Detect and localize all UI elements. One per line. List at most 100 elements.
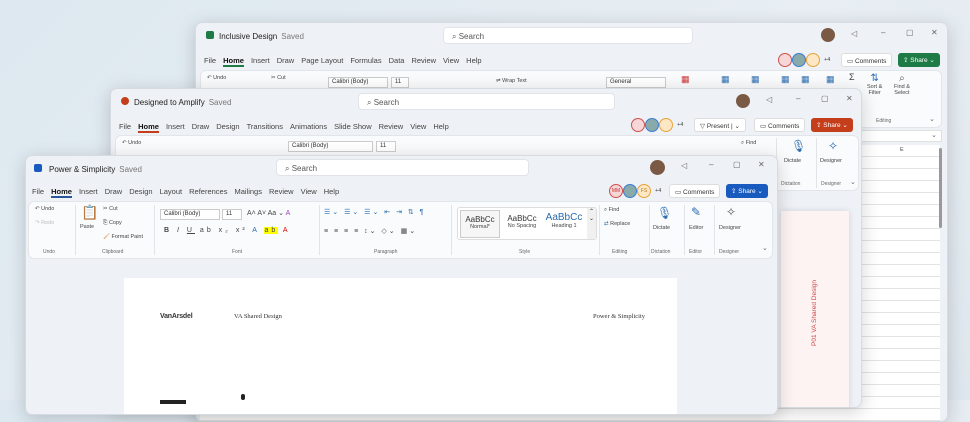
find-button[interactable]: ⌕ Find bbox=[741, 140, 756, 147]
style-heading-1[interactable]: AaBbCc Heading 1 bbox=[544, 210, 584, 238]
collaborator-avatar[interactable] bbox=[792, 53, 806, 67]
number-format-select[interactable]: General bbox=[606, 77, 666, 88]
present-button[interactable]: ▽ Present | ⌄ bbox=[694, 118, 746, 132]
dictate-button[interactable]: Dictate bbox=[784, 158, 801, 164]
tab-help[interactable]: Help bbox=[466, 56, 481, 67]
cut-button[interactable]: ✂ Cut bbox=[103, 206, 118, 212]
tab-page-layout[interactable]: Page Layout bbox=[301, 56, 343, 67]
collaborator-avatar[interactable] bbox=[631, 118, 645, 132]
search-input[interactable]: ⌕ Search bbox=[443, 27, 693, 44]
maximize-button[interactable]: ▢ bbox=[821, 94, 829, 103]
collaborator-avatar[interactable] bbox=[645, 118, 659, 132]
search-input[interactable]: ⌕ Search bbox=[276, 159, 529, 176]
minimize-button[interactable]: – bbox=[881, 28, 885, 37]
collaborator-avatar[interactable] bbox=[623, 184, 637, 198]
font-format-buttons[interactable]: B I U ab x₂ x² A ab A bbox=[164, 227, 291, 234]
tab-home[interactable]: Home bbox=[138, 122, 159, 133]
minimize-button[interactable]: – bbox=[709, 160, 713, 169]
tab-help[interactable]: Help bbox=[324, 187, 339, 198]
tab-formulas[interactable]: Formulas bbox=[350, 56, 381, 67]
share-button[interactable]: ⇪ Share ⌄ bbox=[811, 118, 853, 132]
undo-button[interactable]: ↶ Undo bbox=[207, 75, 226, 81]
tab-view[interactable]: View bbox=[301, 187, 317, 198]
undo-button[interactable]: ↶ Undo bbox=[122, 140, 141, 146]
tab-review[interactable]: Review bbox=[379, 122, 404, 133]
designer-button[interactable]: Designer bbox=[820, 158, 842, 164]
undo-button[interactable]: ↶ Undo bbox=[35, 206, 54, 212]
wrap-text-button[interactable]: ⇌ Wrap Text bbox=[496, 78, 527, 84]
alignment-buttons[interactable]: ≡ ≡ ≡ ≡ ↕⌄ ◇⌄ ▦⌄ bbox=[324, 227, 417, 235]
delete-cells-icon[interactable]: ▦ bbox=[801, 75, 810, 84]
tab-insert[interactable]: Insert bbox=[251, 56, 270, 67]
tab-data[interactable]: Data bbox=[389, 56, 405, 67]
find-select-button[interactable]: ⌕ Find & Select bbox=[894, 73, 910, 96]
tab-draw[interactable]: Draw bbox=[192, 122, 210, 133]
tab-design[interactable]: Design bbox=[129, 187, 152, 198]
tab-draw[interactable]: Draw bbox=[277, 56, 295, 67]
tab-animations[interactable]: Animations bbox=[290, 122, 327, 133]
tab-insert[interactable]: Insert bbox=[79, 187, 98, 198]
column-header-e[interactable]: E bbox=[900, 147, 904, 153]
avatar[interactable] bbox=[821, 28, 835, 42]
style-normal[interactable]: AaBbCc Normal* bbox=[460, 210, 500, 238]
tab-layout[interactable]: Layout bbox=[160, 187, 183, 198]
insert-cells-icon[interactable]: ▦ bbox=[781, 75, 790, 84]
styles-scroll[interactable]: ⌃ ⌄ bbox=[587, 208, 596, 239]
dictate-button[interactable]: Dictate bbox=[653, 225, 670, 231]
style-no-spacing[interactable]: AaBbCc No Spacing bbox=[502, 210, 542, 238]
collaborator-avatar[interactable]: FS bbox=[637, 184, 651, 198]
formula-expand-icon[interactable]: ⌄ bbox=[931, 131, 937, 139]
font-name-select[interactable]: Calibri (Body) bbox=[288, 141, 373, 152]
tab-home[interactable]: Home bbox=[51, 187, 72, 198]
feedback-icon[interactable]: ◁ bbox=[681, 161, 687, 170]
avatar[interactable] bbox=[650, 160, 665, 175]
font-size-select[interactable]: 11 bbox=[391, 77, 409, 88]
maximize-button[interactable]: ▢ bbox=[906, 28, 914, 37]
replace-button[interactable]: ⇄ Replace bbox=[604, 221, 630, 227]
paste-button[interactable]: Paste bbox=[80, 224, 94, 230]
tab-slide-show[interactable]: Slide Show bbox=[334, 122, 372, 133]
share-button[interactable]: ⇪ Share ⌄ bbox=[898, 53, 940, 67]
sort-filter-button[interactable]: ⇅ Sort & Filter bbox=[867, 73, 882, 96]
tab-help[interactable]: Help bbox=[433, 122, 448, 133]
redo-button[interactable]: ↷ Redo bbox=[35, 220, 54, 226]
tab-draw[interactable]: Draw bbox=[105, 187, 123, 198]
vertical-scrollbar[interactable] bbox=[939, 148, 942, 228]
close-button[interactable]: ✕ bbox=[846, 94, 853, 103]
conditional-format-icon[interactable]: ▦ bbox=[681, 75, 690, 84]
document-page[interactable]: VanArsdel VA Shared Design Power & Simpl… bbox=[124, 278, 677, 414]
collaborator-avatar[interactable] bbox=[659, 118, 673, 132]
format-painter-button[interactable]: 🖌 Format Paint bbox=[103, 234, 143, 240]
tab-references[interactable]: References bbox=[189, 187, 227, 198]
tab-file[interactable]: File bbox=[119, 122, 131, 133]
share-button[interactable]: ⇪ Share ⌄ bbox=[726, 184, 768, 198]
close-button[interactable]: ✕ bbox=[931, 28, 938, 37]
font-size-select[interactable]: 11 bbox=[376, 141, 396, 152]
ribbon-collapse-icon[interactable]: ⌄ bbox=[850, 178, 856, 186]
find-button[interactable]: ⌕ Find bbox=[604, 207, 619, 214]
format-cells-icon[interactable]: ▦ bbox=[826, 75, 835, 84]
comments-button[interactable]: ▭ Comments bbox=[754, 118, 806, 132]
feedback-icon[interactable]: ◁ bbox=[766, 95, 772, 104]
font-size-buttons[interactable]: A˄ A˅ Aa ⌄ A bbox=[247, 209, 290, 217]
tab-mailings[interactable]: Mailings bbox=[234, 187, 262, 198]
search-input[interactable]: ⌕ Search bbox=[358, 93, 615, 110]
font-size-select[interactable]: 11 bbox=[222, 209, 242, 220]
tab-file[interactable]: File bbox=[204, 56, 216, 67]
tab-view[interactable]: View bbox=[443, 56, 459, 67]
ribbon-collapse-icon[interactable]: ⌄ bbox=[762, 244, 768, 252]
ribbon-collapse-icon[interactable]: ⌄ bbox=[929, 115, 935, 123]
list-buttons[interactable]: ☰⌄ ☰⌄ ☰⌄ ⇤ ⇥ ⇅ ¶ bbox=[324, 208, 425, 216]
editor-button[interactable]: Editor bbox=[689, 225, 703, 231]
format-table-icon[interactable]: ▦ bbox=[721, 75, 730, 84]
collaborator-avatar[interactable] bbox=[778, 53, 792, 67]
feedback-icon[interactable]: ◁ bbox=[851, 29, 857, 38]
tab-home[interactable]: Home bbox=[223, 56, 244, 67]
font-name-select[interactable]: Calibri (Body) bbox=[160, 209, 220, 220]
slide[interactable]: P01 VA Shared Design bbox=[781, 211, 849, 407]
tab-transitions[interactable]: Transitions bbox=[247, 122, 283, 133]
copy-button[interactable]: ⎘ Copy bbox=[103, 220, 122, 227]
comments-button[interactable]: ▭ Comments bbox=[841, 53, 893, 67]
collaborator-avatar[interactable]: MM bbox=[609, 184, 623, 198]
collaborator-avatar[interactable] bbox=[806, 53, 820, 67]
